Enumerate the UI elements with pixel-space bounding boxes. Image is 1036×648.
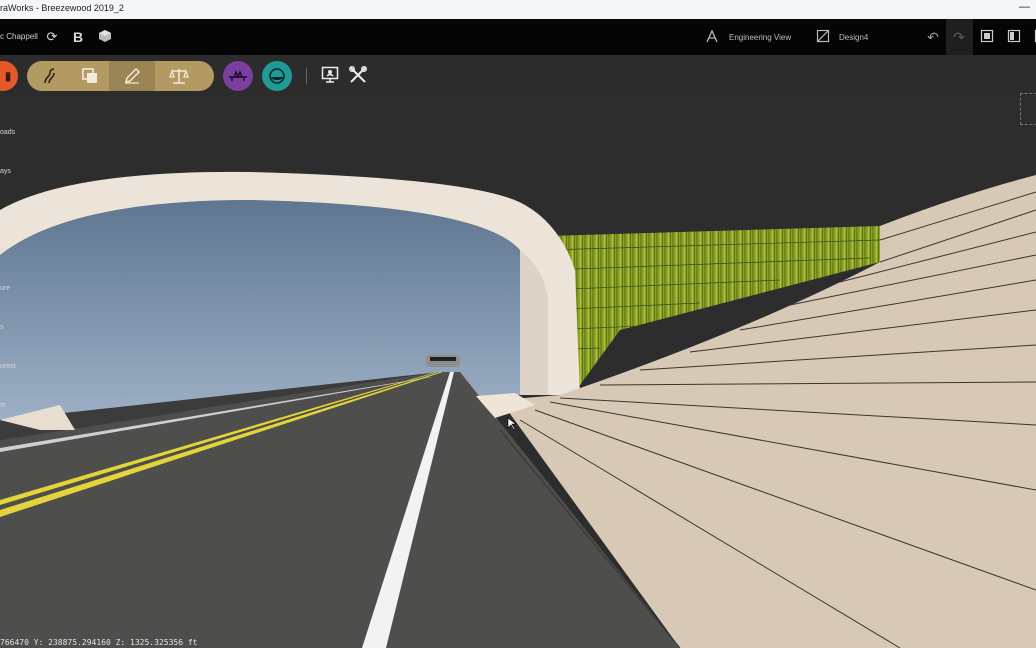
3d-viewport[interactable] [0, 97, 1036, 648]
sidebar-item-roads[interactable]: oads [0, 129, 15, 136]
bold-b-icon[interactable]: B [70, 29, 86, 45]
monitor-person-icon [321, 66, 339, 83]
tool-group-pill [27, 61, 214, 91]
pipe-icon [269, 68, 285, 84]
toolbar-separator [306, 68, 307, 84]
pencil-icon [124, 67, 141, 84]
sidebar-item-railways[interactable]: ays [0, 168, 11, 175]
panel-right-icon[interactable] [1030, 29, 1036, 45]
road-curve-icon [44, 68, 55, 84]
sidebar-item-forest[interactable]: orest [0, 363, 16, 370]
sidebar-item-3[interactable]: s [0, 246, 4, 253]
sidebar-item-7[interactable]: te [0, 402, 6, 409]
undo-icon[interactable]: ↶ [925, 29, 941, 45]
settings-button[interactable] [348, 66, 368, 86]
view-cube[interactable] [1020, 93, 1036, 125]
user-name[interactable]: c Chappell [0, 32, 38, 41]
drainage-button[interactable] [262, 61, 292, 91]
analyze-button[interactable] [155, 61, 203, 91]
design-icon[interactable] [815, 29, 831, 45]
design-label[interactable]: Design4 [839, 33, 868, 42]
top-bar: c Chappell ⟳ B Engineering View Design4 … [0, 19, 1036, 55]
redo-button[interactable]: ↷ [946, 19, 973, 55]
presentation-button[interactable] [320, 66, 340, 86]
window-title: raWorks - Breezewood 2019_2 [0, 3, 124, 13]
sidebar-item-5[interactable]: s [0, 324, 4, 331]
engineering-view-label[interactable]: Engineering View [729, 33, 791, 42]
coordinate-readout: 766470 Y: 238875.294160 Z: 1325.325356 f… [0, 638, 198, 647]
sync-icon[interactable]: ⟳ [44, 29, 60, 45]
sketch-button[interactable] [109, 61, 155, 91]
overlap-squares-icon [82, 68, 97, 83]
bridge-icon [229, 70, 247, 81]
window-titlebar: raWorks - Breezewood 2019_2 — [0, 0, 1036, 20]
create-tools-button[interactable]: ▮ [0, 61, 18, 91]
arrange-button[interactable] [67, 61, 113, 91]
balance-scale-icon [169, 69, 189, 84]
minimize-button[interactable]: — [1019, 1, 1030, 13]
tower-icon: ▮ [4, 69, 12, 83]
cube-icon[interactable] [97, 29, 113, 45]
bridge-button[interactable] [223, 61, 253, 91]
engineering-view-icon[interactable] [704, 29, 720, 45]
tools-icon [349, 66, 367, 83]
window-layout-icon[interactable] [979, 29, 995, 45]
redo-icon: ↷ [953, 29, 965, 45]
sidebar-item-structure[interactable]: ure [0, 285, 10, 292]
panel-toggle-icon[interactable] [1006, 29, 1022, 45]
main-toolbar: ▮ [0, 55, 1036, 97]
